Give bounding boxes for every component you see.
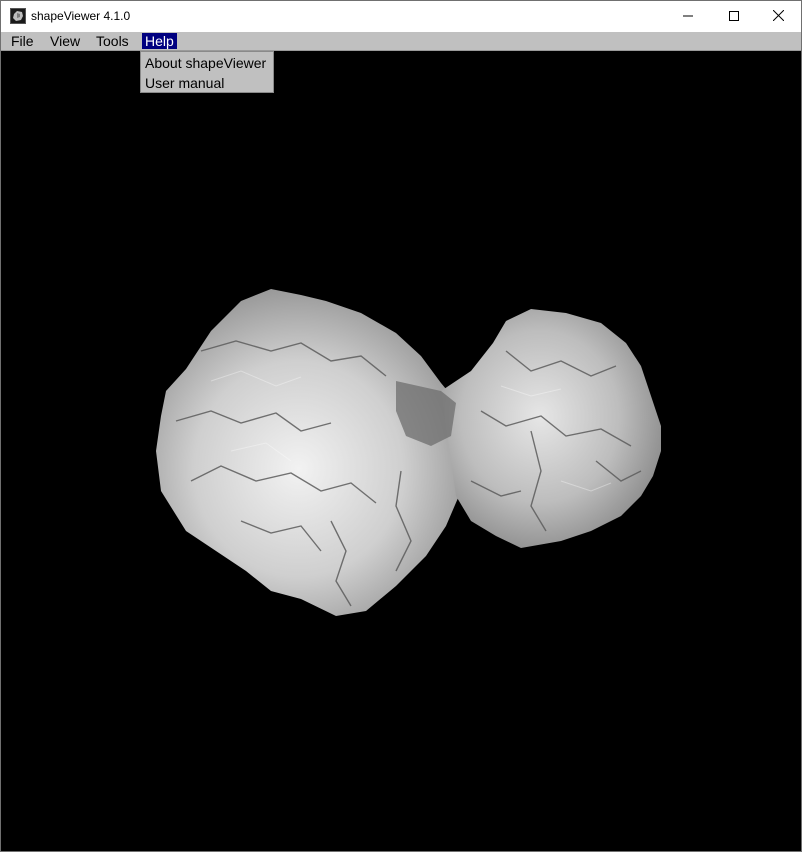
- window-title: shapeViewer 4.1.0: [31, 9, 131, 23]
- menu-tools[interactable]: Tools: [93, 33, 132, 49]
- menu-item-user-manual[interactable]: User manual: [145, 73, 224, 93]
- menu-file[interactable]: File: [8, 33, 37, 49]
- app-window: shapeViewer 4.1.0 File View Tools Help A…: [0, 0, 802, 852]
- maximize-icon: [729, 8, 739, 26]
- maximize-button[interactable]: [711, 1, 757, 32]
- minimize-icon: [683, 8, 693, 26]
- menu-bar: File View Tools Help: [1, 32, 801, 51]
- menu-view[interactable]: View: [47, 33, 83, 49]
- close-icon: [772, 8, 784, 26]
- menu-item-about[interactable]: About shapeViewer: [145, 53, 266, 73]
- comet-cube-icon: [10, 8, 26, 24]
- help-dropdown-menu: About shapeViewer User manual: [140, 51, 274, 93]
- minimize-button[interactable]: [665, 1, 711, 32]
- close-button[interactable]: [755, 1, 801, 32]
- title-bar[interactable]: shapeViewer 4.1.0: [1, 1, 801, 32]
- 3d-viewport[interactable]: [1, 51, 801, 851]
- menu-help[interactable]: Help: [142, 33, 177, 49]
- comet-model[interactable]: [1, 51, 801, 851]
